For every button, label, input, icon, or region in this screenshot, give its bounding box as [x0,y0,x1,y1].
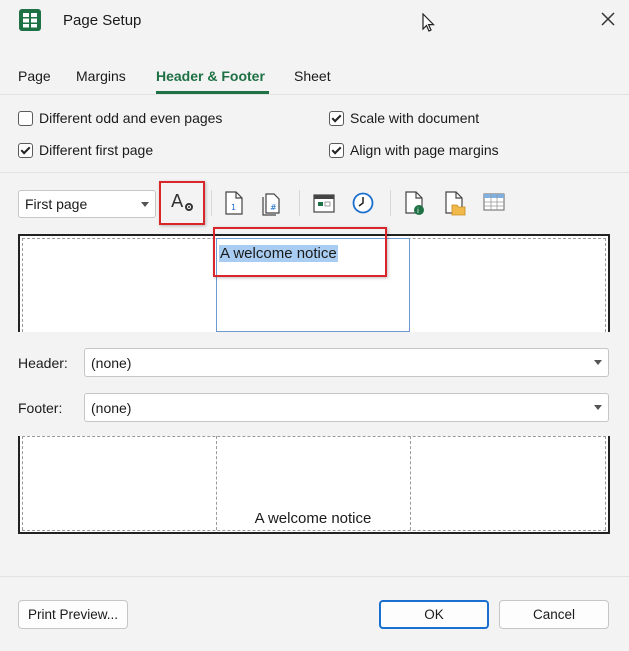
footer-label: Footer: [18,400,63,416]
cancel-button[interactable]: Cancel [499,600,609,629]
footer-select[interactable]: (none) [84,393,609,422]
checkbox-box[interactable] [329,142,344,158]
dashed-border [22,436,23,530]
tab-header-footer[interactable]: Header & Footer [156,68,265,84]
footer-preview: A welcome notice [18,436,610,534]
active-tab-indicator [156,91,269,94]
header-text-highlight [213,227,387,277]
footer-value: (none) [91,399,132,416]
page-type-value: First page [25,196,88,212]
dashed-border [605,436,606,530]
toolbar-separator [299,190,300,216]
toolbar-separator [390,190,391,216]
app-logo-icon [19,9,41,31]
checkbox-box[interactable] [18,110,33,126]
header-value: (none) [91,354,132,371]
header-select[interactable]: (none) [84,348,609,377]
chevron-down-icon [594,405,602,410]
print-preview-button[interactable]: Print Preview... [18,600,128,629]
format-text-icon[interactable]: A [170,190,194,216]
odd-even-checkbox[interactable]: Different odd and even pages [18,110,222,126]
mouse-cursor-icon [422,12,436,36]
first-page-label: Different first page [39,142,154,158]
page-number-icon[interactable]: 1 [222,190,246,216]
scale-document-checkbox[interactable]: Scale with document [329,110,479,126]
scale-document-label: Scale with document [350,110,480,126]
chevron-down-icon [141,201,149,207]
dashed-border [22,530,606,531]
divider [0,172,629,173]
svg-text:A: A [171,191,184,212]
time-icon[interactable] [351,190,375,216]
align-margins-label: Align with page margins [350,142,499,158]
footer-center-text[interactable]: A welcome notice [216,510,410,527]
page-type-select[interactable]: First page [18,190,156,218]
file-name-icon[interactable] [443,190,467,216]
date-icon[interactable] [312,190,336,216]
ok-button[interactable]: OK [379,600,489,629]
page-count-icon[interactable]: # [260,190,284,216]
dashed-border [22,436,606,437]
tab-page[interactable]: Page [18,68,51,84]
tab-sheet[interactable]: Sheet [294,68,331,84]
tab-divider [0,94,629,95]
first-page-checkbox[interactable]: Different first page [18,142,153,158]
chevron-down-icon [594,360,602,365]
divider [0,576,629,577]
file-path-icon[interactable]: i [403,190,427,216]
sheet-name-icon[interactable] [482,190,506,216]
align-margins-checkbox[interactable]: Align with page margins [329,142,499,158]
svg-text:i: i [417,207,419,215]
odd-even-label: Different odd and even pages [39,110,223,126]
dashed-border [22,238,23,332]
checkbox-box[interactable] [329,110,344,126]
checkbox-box[interactable] [18,142,33,158]
tab-margins[interactable]: Margins [76,68,126,84]
svg-text:#: # [270,203,277,212]
dashed-border [410,436,411,530]
window-title: Page Setup [63,12,142,29]
header-label: Header: [18,355,68,371]
dashed-border [605,238,606,332]
svg-text:1: 1 [231,203,236,212]
toolbar-separator [211,190,212,216]
close-icon[interactable] [598,9,618,29]
